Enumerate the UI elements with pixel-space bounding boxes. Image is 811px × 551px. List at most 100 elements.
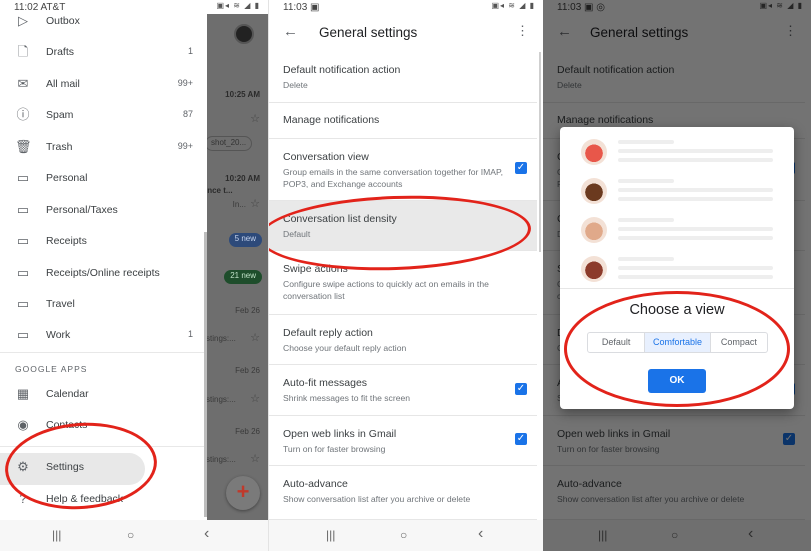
setting-subtitle: Group emails in the same conversation to…: [283, 167, 504, 189]
label-icon: ▭: [16, 265, 30, 280]
email-date: Feb 26: [235, 427, 260, 436]
recents-button[interactable]: |||: [326, 528, 335, 542]
drawer-item-help-feedback[interactable]: ? Help & feedback: [0, 485, 207, 515]
setting-auto-advance[interactable]: Auto-advance Show conversation list after…: [269, 466, 537, 520]
avatar-illustration: [581, 256, 607, 282]
scrollbar[interactable]: [539, 52, 541, 252]
density-preview-row: [560, 213, 794, 251]
placeholder-line: [618, 257, 674, 261]
drawer-item-travel[interactable]: ▭ Travel: [0, 290, 207, 320]
drawer-item-personal[interactable]: ▭ Personal: [0, 164, 207, 194]
back-button[interactable]: ‹: [204, 525, 209, 543]
drawer-item-receipts-online-receipts[interactable]: ▭ Receipts/Online receipts: [0, 259, 207, 289]
outbox-icon: ▷: [18, 13, 28, 28]
density-preview-row: [560, 174, 794, 212]
placeholder-line: [618, 188, 773, 192]
drawer-item-outbox[interactable]: ▷ Outbox: [0, 7, 207, 37]
back-button[interactable]: ‹: [478, 525, 483, 543]
label-icon: ▭: [16, 233, 30, 248]
setting-default-reply-action[interactable]: Default reply action Choose your default …: [269, 315, 537, 365]
setting-title: Conversation view: [283, 151, 369, 163]
setting-subtitle: Delete: [283, 80, 308, 90]
option-default[interactable]: Default: [588, 333, 644, 352]
status-bar-right: ▣◂ ≋ ◢ ▮: [207, 0, 268, 14]
drawer-item-label: Personal: [46, 172, 88, 184]
setting-title: Default notification action: [283, 64, 401, 76]
app-bar: ← General settings ⋮: [269, 14, 543, 52]
setting-conversation-view[interactable]: Conversation view Group emails in the sam…: [269, 139, 537, 201]
status-icons: ▣◂ ≋ ◢ ▮: [216, 1, 260, 10]
ok-button[interactable]: OK: [648, 369, 706, 393]
drawer-item-work[interactable]: ▭ Work 1: [0, 321, 207, 351]
status-bar: 11:03 ▣ ▣◂ ≋ ◢ ▮: [269, 0, 543, 14]
star-icon[interactable]: ☆: [250, 392, 260, 405]
general-settings-panel: 11:03 ▣ ▣◂ ≋ ◢ ▮ ← General settings ⋮ De…: [268, 0, 543, 551]
avatar-illustration: [581, 139, 607, 165]
setting-title: Auto-advance: [283, 478, 348, 490]
recents-button[interactable]: |||: [52, 528, 61, 542]
drawer-item-personal-taxes[interactable]: ▭ Personal/Taxes: [0, 196, 207, 226]
choose-view-panel: 11:03 ▣ ◎ ▣◂ ≋ ◢ ▮ ← General settings ⋮ …: [543, 0, 811, 551]
email-snippet: stings:...: [207, 395, 236, 404]
placeholder-line: [618, 158, 773, 162]
option-comfortable[interactable]: Comfortable: [644, 333, 711, 352]
label-icon: ▭: [16, 202, 30, 217]
drawer-item-calendar[interactable]: ▦ Calendar: [0, 380, 207, 410]
compose-button[interactable]: +: [226, 476, 260, 510]
setting-checkbox[interactable]: ✓: [515, 383, 527, 395]
drawer-item-count: 99+: [177, 141, 193, 151]
drawer-item-contacts[interactable]: ◉ Contacts: [0, 411, 207, 441]
placeholder-line: [618, 197, 773, 201]
email-time: 10:20 AM: [225, 174, 260, 183]
drawer-item-label: Settings: [46, 461, 84, 473]
attachment-chip[interactable]: shot_20...: [207, 136, 253, 151]
setting-open-web-links-in-gmail[interactable]: Open web links in Gmail Turn on for faste…: [269, 416, 537, 466]
drawer-item-count: 1: [187, 46, 193, 56]
drawer-item-label: Work: [46, 329, 71, 341]
more-options-icon[interactable]: ⋮: [516, 23, 529, 39]
label-icon: ▭: [16, 327, 30, 342]
status-icons: ▣◂ ≋ ◢ ▮: [491, 1, 535, 10]
star-icon[interactable]: ☆: [250, 331, 260, 344]
choose-view-dialog: Choose a view Default Comfortable Compac…: [560, 127, 794, 409]
drawer-item-settings[interactable]: ⚙ Settings: [0, 453, 145, 485]
setting-swipe-actions[interactable]: Swipe actions Configure swipe actions to …: [269, 251, 537, 315]
option-compact[interactable]: Compact: [711, 333, 767, 352]
drawer-item-receipts[interactable]: ▭ Receipts: [0, 227, 207, 257]
setting-checkbox[interactable]: ✓: [515, 433, 527, 445]
email-snippet: stings:...: [207, 455, 236, 464]
home-button[interactable]: ○: [127, 528, 134, 542]
star-icon[interactable]: ☆: [250, 197, 260, 210]
drawer-item-spam[interactable]: ⓘ Spam 87: [0, 101, 207, 131]
label-icon: ▭: [16, 296, 30, 311]
drawer-item-all-mail[interactable]: ✉ All mail 99+: [0, 70, 207, 100]
navigation-drawer: 11:02 AT&T ▷ Outbox 🗋 Drafts 1 ✉ All mail…: [0, 0, 207, 520]
placeholder-line: [618, 218, 674, 222]
placeholder-line: [618, 149, 773, 153]
setting-conversation-list-density[interactable]: Conversation list density Default: [269, 201, 537, 251]
label-icon: ▭: [16, 170, 30, 185]
inbox-list-behind-scrim[interactable]: 10:25 AM ☆ shot_20... 10:20 AM ince t...…: [207, 14, 268, 520]
status-time: 11:03 ▣: [283, 2, 320, 13]
account-avatar[interactable]: [234, 24, 254, 44]
star-icon[interactable]: ☆: [250, 112, 260, 125]
setting-default-notification-action[interactable]: Default notification action Delete: [269, 52, 537, 103]
trash-icon: 🗑: [15, 139, 32, 154]
dialog-divider: [560, 288, 794, 289]
setting-auto-fit-messages[interactable]: Auto-fit messages Shrink messages to fit …: [269, 365, 537, 416]
draft-icon: 🗋: [17, 44, 29, 59]
back-arrow-icon[interactable]: ←: [283, 23, 298, 40]
email-snippet: stings:...: [207, 334, 236, 343]
home-button[interactable]: ○: [400, 528, 407, 542]
drawer-item-drafts[interactable]: 🗋 Drafts 1: [0, 38, 207, 68]
help-icon: ?: [19, 491, 27, 506]
drawer-divider: [0, 446, 207, 447]
placeholder-line: [618, 227, 773, 231]
setting-manage-notifications[interactable]: Manage notifications: [269, 103, 537, 139]
email-time: 10:25 AM: [225, 90, 260, 99]
placeholder-line: [618, 236, 773, 240]
drawer-item-trash[interactable]: 🗑 Trash 99+: [0, 133, 207, 163]
setting-title: Open web links in Gmail: [283, 428, 397, 440]
setting-checkbox[interactable]: ✓: [515, 162, 527, 174]
star-icon[interactable]: ☆: [250, 452, 260, 465]
